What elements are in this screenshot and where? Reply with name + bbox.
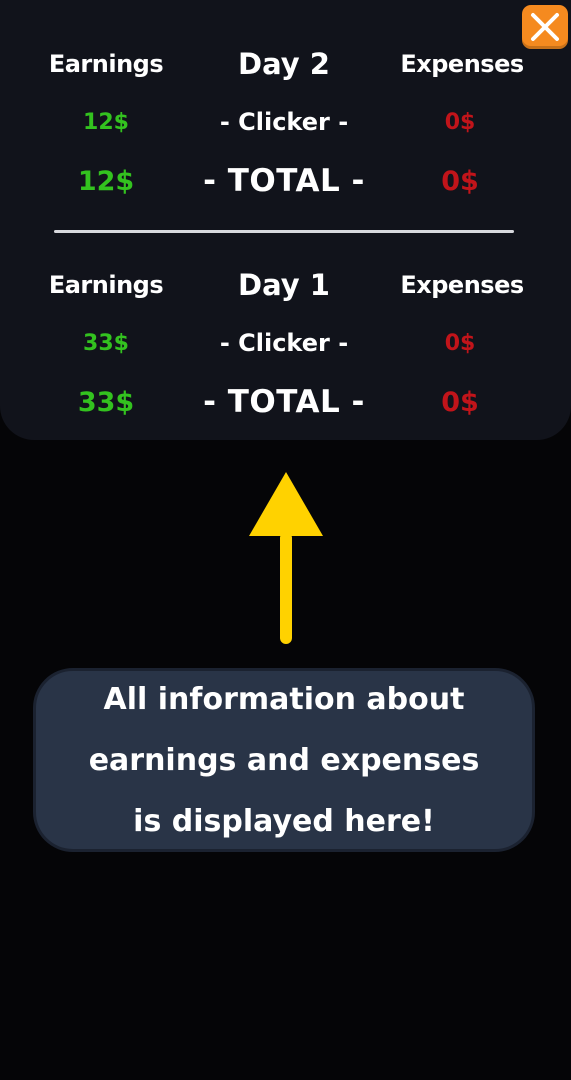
clicker-label: - Clicker - (219, 108, 349, 136)
close-icon (531, 13, 559, 41)
close-button[interactable] (522, 5, 568, 49)
total-row: 33$ - TOTAL - 0$ (0, 382, 571, 422)
up-arrow-icon (249, 472, 323, 644)
clicker-expenses: 0$ (444, 109, 476, 135)
tutorial-message: All information about earnings and expen… (88, 681, 480, 839)
clicker-row: 33$ - Clicker - 0$ (0, 323, 571, 363)
day-divider (54, 230, 514, 233)
day-title: Day 1 (238, 268, 330, 302)
day-header-row: Earnings Day 2 Expenses (0, 44, 571, 84)
total-expenses: 0$ (441, 165, 479, 197)
tutorial-tooltip: All information about earnings and expen… (33, 668, 535, 852)
expenses-header: Expenses (400, 50, 524, 78)
clicker-row: 12$ - Clicker - 0$ (0, 102, 571, 142)
day-block-2: Earnings Day 2 Expenses 12$ - Clicker - … (0, 42, 571, 212)
earnings-header: Earnings (48, 271, 164, 299)
clicker-label: - Clicker - (219, 329, 349, 357)
total-expenses: 0$ (441, 386, 479, 418)
game-screen: Earnings Day 2 Expenses 12$ - Clicker - … (0, 0, 571, 1080)
clicker-expenses: 0$ (444, 330, 476, 356)
total-earnings: 33$ (77, 386, 135, 418)
clicker-earnings: 12$ (83, 109, 129, 135)
earnings-header: Earnings (48, 50, 164, 78)
finance-history-panel: Earnings Day 2 Expenses 12$ - Clicker - … (0, 0, 571, 440)
day-title: Day 2 (238, 47, 330, 81)
expenses-header: Expenses (400, 271, 524, 299)
total-row: 12$ - TOTAL - 0$ (0, 161, 571, 201)
clicker-earnings: 33$ (83, 330, 129, 356)
day-block-1: Earnings Day 1 Expenses 33$ - Clicker - … (0, 263, 571, 433)
total-label: - TOTAL - (203, 163, 365, 199)
day-header-row: Earnings Day 1 Expenses (0, 265, 571, 305)
total-earnings: 12$ (77, 165, 135, 197)
total-label: - TOTAL - (203, 384, 365, 420)
